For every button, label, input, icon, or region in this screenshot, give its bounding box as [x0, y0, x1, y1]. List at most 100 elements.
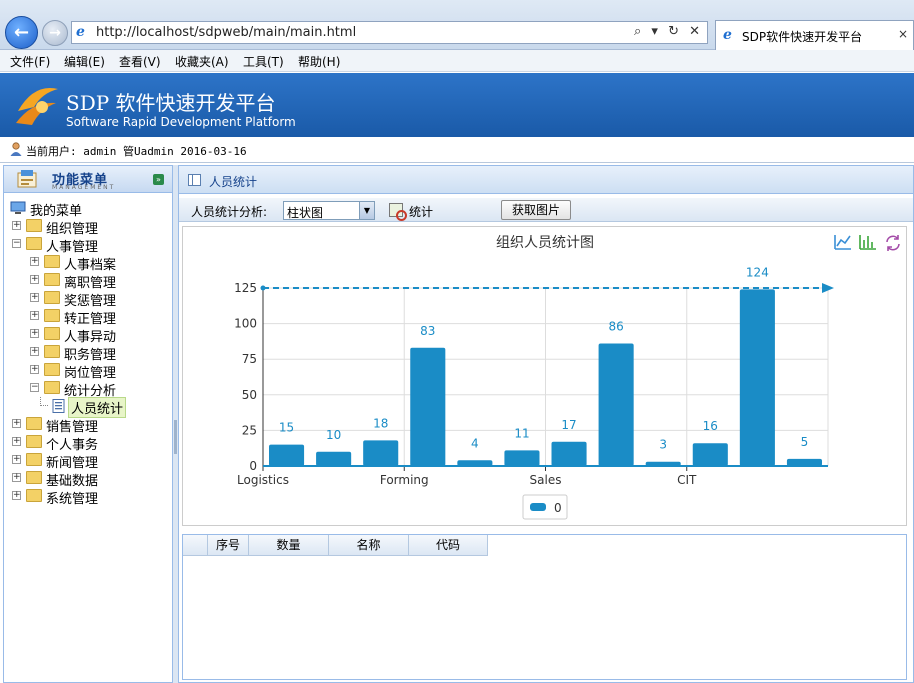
back-button[interactable]: ← [5, 16, 38, 49]
tree-item[interactable]: + 基础数据 [4, 469, 172, 489]
back-arrow-icon: ← [13, 21, 30, 43]
tree-item[interactable]: + 职务管理 [4, 343, 172, 363]
computer-icon [10, 201, 26, 214]
restore-icon[interactable] [886, 235, 900, 251]
expand-icon[interactable]: + [30, 365, 39, 374]
tree-item[interactable]: + 转正管理 [4, 307, 172, 327]
main-tab-label[interactable]: 人员统计 [209, 173, 257, 190]
expand-icon[interactable]: + [12, 221, 21, 230]
expand-icon[interactable]: + [12, 455, 21, 464]
app-subtitle: Software Rapid Development Platform [66, 115, 296, 129]
x-tick-label: CIT [677, 473, 697, 487]
analysis-label: 人员统计分析: [191, 205, 268, 219]
chart-type-select[interactable]: 柱状图 ▼ [283, 201, 375, 220]
tree-item[interactable]: 我的菜单 [4, 199, 172, 219]
menu-view[interactable]: 查看(V) [119, 53, 161, 70]
chart-panel: 组织人员统计图 0 25 50 75 100 125 Logistics Forming Sale… [182, 226, 907, 526]
stats-icon [389, 203, 407, 221]
tree-item[interactable]: + 离职管理 [4, 271, 172, 291]
expand-icon[interactable]: + [30, 347, 39, 356]
app-title: SDP 软件快速开发平台 [66, 91, 276, 115]
folder-icon [44, 345, 60, 358]
folder-icon [26, 453, 42, 466]
address-controls-icon[interactable]: ⌕ ▾ ↻ ✕ [634, 24, 703, 39]
menu-file[interactable]: 文件(F) [10, 53, 50, 70]
tree-item[interactable]: + 人事档案 [4, 253, 172, 273]
browser-tab[interactable]: e SDP软件快速开发平台 × [715, 20, 914, 50]
folder-icon [26, 471, 42, 484]
tree-item[interactable]: − 统计分析 [4, 379, 172, 399]
y-tick-label: 100 [234, 317, 257, 331]
expand-icon[interactable]: + [30, 275, 39, 284]
close-tab-icon[interactable]: × [898, 27, 908, 41]
data-label: 124 [746, 265, 769, 279]
folder-icon [44, 291, 60, 304]
bar-chart-icon[interactable] [859, 235, 876, 250]
url-text[interactable]: http://localhost/sdpweb/main/main.html [96, 25, 356, 40]
user-bar: 当前用户: admin 管Uadmin 2016-03-16 [0, 137, 914, 163]
folder-icon [26, 435, 42, 448]
address-bar[interactable]: e http://localhost/sdpweb/main/main.html… [71, 21, 708, 44]
menu-help[interactable]: 帮助(H) [298, 53, 340, 70]
tree-item[interactable]: + 人事异动 [4, 325, 172, 345]
menu-tools[interactable]: 工具(T) [243, 53, 284, 70]
app-header: SDP 软件快速开发平台 Software Rapid Development … [0, 73, 914, 137]
stats-button[interactable]: 统计 [387, 201, 447, 221]
tree-connector [40, 397, 48, 406]
sidebar: 功能菜单 MANAGEMENT » 我的菜单 + 组织管理 − 人事管理 + 人事档案 + 离职… [3, 165, 173, 683]
data-label: 83 [420, 324, 435, 338]
expand-icon[interactable]: + [30, 329, 39, 338]
main-panel: 人员统计 人员统计分析: 柱状图 ▼ 统计 获取图片 组织人员统计图 0 25 50 7… [178, 165, 914, 683]
main-tab-header: 人员统计 [179, 166, 913, 194]
bar [363, 440, 399, 466]
grid-col-code[interactable]: 代码 [408, 535, 488, 556]
data-label: 15 [279, 421, 294, 435]
bar [645, 461, 681, 466]
forward-arrow-icon: → [49, 25, 61, 41]
collapse-node-icon[interactable]: − [12, 239, 21, 248]
tree-item[interactable]: + 销售管理 [4, 415, 172, 435]
y-tick-label: 0 [249, 459, 257, 473]
splitter-grip-icon[interactable] [174, 420, 177, 454]
expand-icon[interactable]: + [30, 293, 39, 302]
folder-icon [44, 255, 60, 268]
legend-label: 0 [554, 501, 562, 515]
tree-item[interactable]: + 奖惩管理 [4, 289, 172, 309]
collapse-icon[interactable]: » [153, 174, 164, 185]
tree-item[interactable]: 人员统计 [4, 397, 172, 418]
bar [504, 450, 540, 466]
tree-item[interactable]: + 系统管理 [4, 487, 172, 507]
tree-item[interactable]: + 岗位管理 [4, 361, 172, 381]
grid-col-name[interactable]: 名称 [328, 535, 408, 556]
chart-type-value: 柱状图 [287, 206, 324, 220]
page-tab-icon [188, 174, 201, 186]
expand-icon[interactable]: + [12, 491, 21, 500]
dropdown-arrow-icon[interactable]: ▼ [359, 202, 374, 219]
expand-icon[interactable]: + [12, 473, 21, 482]
grid-col-index[interactable]: 序号 [207, 535, 248, 556]
chart-title: 组织人员统计图 [496, 235, 594, 251]
folder-icon [26, 237, 42, 250]
tree-item[interactable]: − 人事管理 [4, 235, 172, 255]
expand-icon[interactable]: + [12, 419, 21, 428]
get-image-button[interactable]: 获取图片 [501, 200, 571, 220]
bar [551, 441, 587, 466]
data-label: 16 [703, 419, 718, 433]
tree-item[interactable]: + 个人事务 [4, 433, 172, 453]
y-tick-label: 125 [234, 281, 257, 295]
collapse-node-icon[interactable]: − [30, 383, 39, 392]
tree-item[interactable]: + 新闻管理 [4, 451, 172, 471]
menu-edit[interactable]: 编辑(E) [64, 53, 105, 70]
data-grid: 序号 数量 名称 代码 [182, 534, 907, 680]
expand-icon[interactable]: + [30, 311, 39, 320]
menu-favorites[interactable]: 收藏夹(A) [175, 53, 229, 70]
folder-icon [44, 363, 60, 376]
line-chart-icon[interactable] [834, 235, 851, 250]
bar [269, 444, 305, 466]
expand-icon[interactable]: + [12, 437, 21, 446]
forward-button[interactable]: → [42, 20, 68, 46]
tree-item[interactable]: + 组织管理 [4, 217, 172, 237]
bar [598, 343, 634, 466]
expand-icon[interactable]: + [30, 257, 39, 266]
grid-col-count[interactable]: 数量 [248, 535, 328, 556]
